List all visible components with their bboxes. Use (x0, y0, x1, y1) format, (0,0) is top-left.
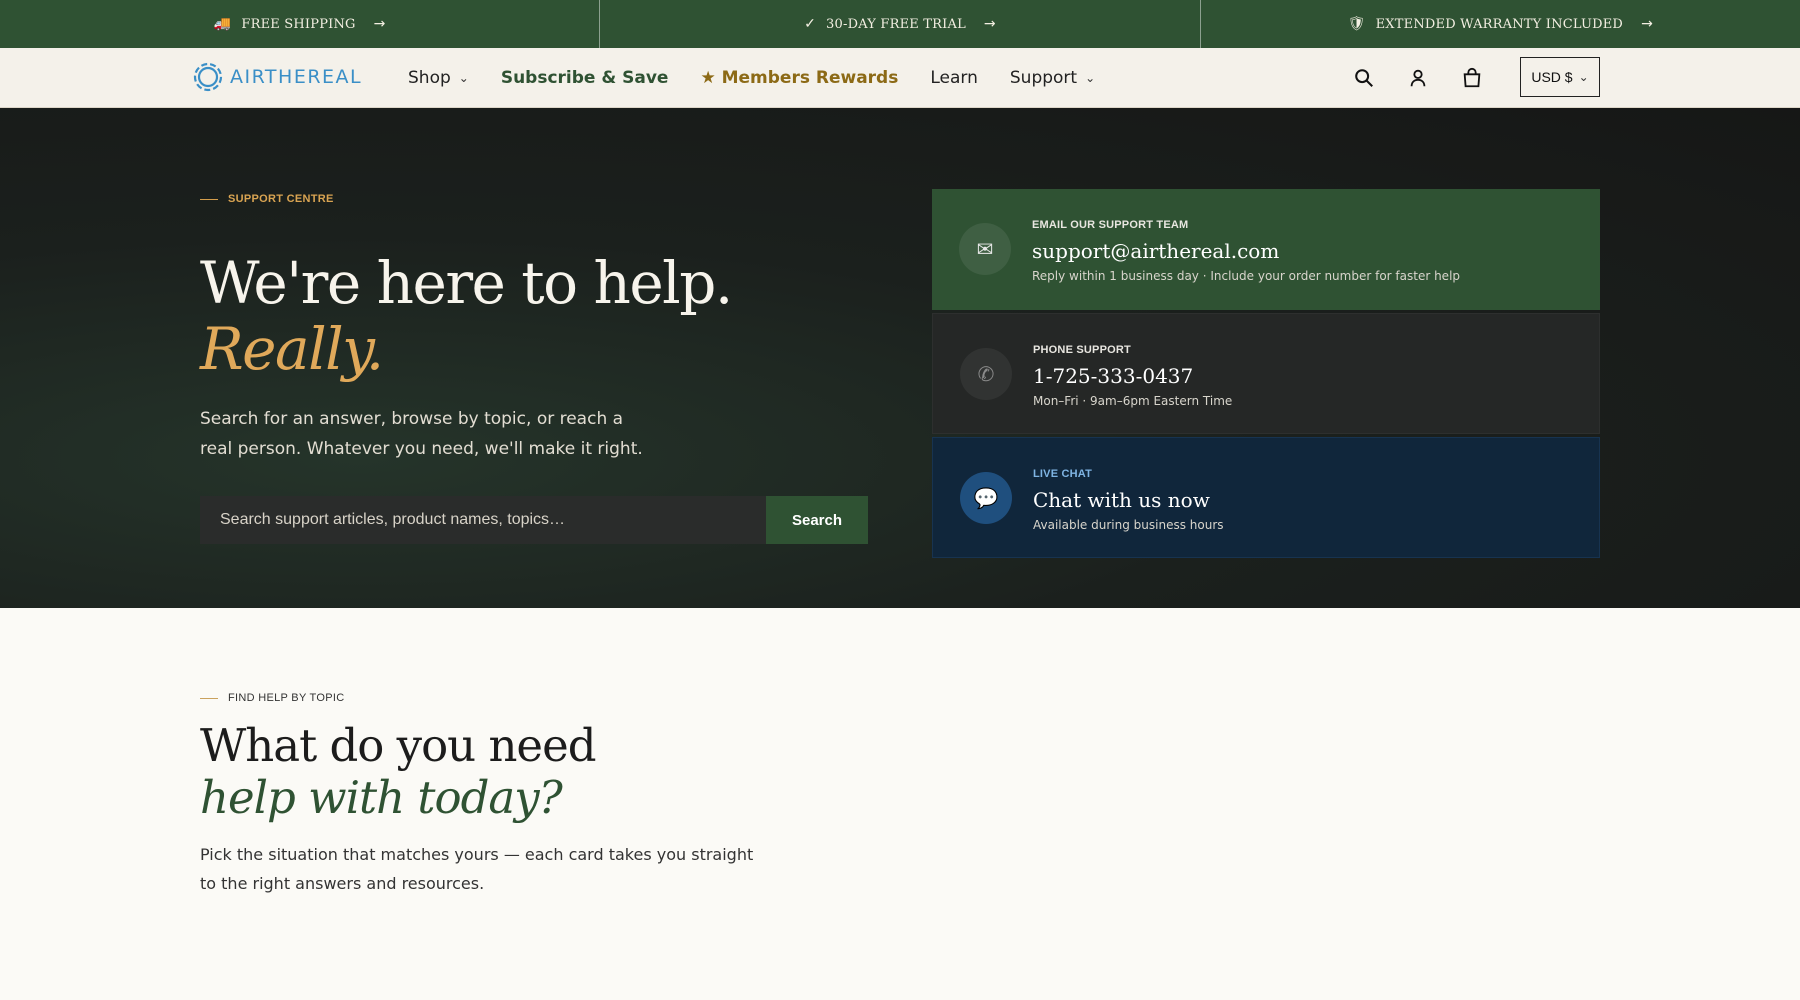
announcement-warranty[interactable]: 🛡 EXTENDED WARRANTY INCLUDED → (1201, 0, 1800, 48)
topics-subtitle: Pick the situation that matches yours — … (200, 845, 754, 893)
chat-bubble-icon: 💬 (960, 472, 1012, 524)
envelope-icon: ✉ (959, 223, 1011, 275)
nav-label: Learn (930, 68, 978, 88)
nav-label: Shop (408, 68, 451, 88)
nav-label: Support (1009, 68, 1078, 88)
nav-subscribe-save[interactable]: Subscribe & Save (501, 68, 669, 88)
announcement-free-trial[interactable]: ✓ 30-DAY FREE TRIAL → (600, 0, 1201, 48)
card-label: LIVE CHAT (1033, 468, 1093, 480)
topics-eyebrow: FIND HELP BY TOPIC (200, 692, 344, 704)
phone-icon: ✆ (960, 348, 1012, 400)
header-actions (1352, 48, 1484, 108)
topics-section: FIND HELP BY TOPIC What do you need help… (0, 608, 1800, 1000)
email-support-card[interactable]: ✉ EMAIL OUR SUPPORT TEAM support@airther… (932, 189, 1600, 310)
eyebrow-label: FIND HELP BY TOPIC (228, 692, 345, 704)
logo-mark-icon (193, 62, 223, 92)
shield-icon: 🛡 (1347, 16, 1366, 32)
topics-title-main: What do you need (200, 719, 597, 772)
support-search-input[interactable] (200, 496, 766, 544)
logo[interactable]: AIRTHEREAL (192, 61, 362, 93)
announcement-label: FREE SHIPPING (241, 16, 356, 32)
support-phone[interactable]: 1-725-333-0437 (1033, 364, 1193, 388)
eyebrow-line (200, 697, 218, 699)
chevron-down-icon: ⌄ (1085, 71, 1096, 85)
search-button[interactable]: Search (766, 496, 868, 544)
check-icon: ✓ (804, 16, 817, 32)
main-nav: Shop ⌄ Subscribe & Save ★ Members Reward… (408, 48, 1095, 108)
chevron-down-icon: ⌄ (458, 71, 469, 85)
hero-subtitle: Search for an answer, browse by topic, o… (200, 409, 643, 459)
topics-title-accent: help with today? (200, 771, 563, 824)
support-email[interactable]: support@airthereal.com (1032, 239, 1279, 263)
phone-support-card[interactable]: ✆ PHONE SUPPORT 1-725-333-0437 Mon–Fri ·… (932, 313, 1600, 434)
nav-label: ★ Members Rewards (700, 68, 899, 88)
contact-cards: ✉ EMAIL OUR SUPPORT TEAM support@airther… (932, 189, 1600, 561)
arrow-right-icon: → (373, 16, 386, 32)
currency-selector[interactable]: USD $ ⌄ (1520, 57, 1600, 97)
cart-icon[interactable] (1460, 66, 1484, 90)
card-label: EMAIL OUR SUPPORT TEAM (1032, 219, 1189, 231)
live-chat-card[interactable]: 💬 LIVE CHAT Chat with us now Available d… (932, 437, 1600, 558)
nav-members-rewards[interactable]: ★ Members Rewards (700, 68, 898, 88)
arrow-right-icon: → (1641, 16, 1653, 32)
announcement-label: 30-DAY FREE TRIAL (826, 16, 966, 32)
account-icon[interactable] (1406, 66, 1430, 90)
announcement-bar: 🚚 FREE SHIPPING → ✓ 30-DAY FREE TRIAL → … (0, 0, 1800, 48)
hero-title: We're here to help. Really. (200, 249, 733, 383)
announcement-label: EXTENDED WARRANTY INCLUDED (1375, 16, 1624, 32)
nav-support[interactable]: Support ⌄ (1010, 68, 1095, 88)
hero-section: SUPPORT CENTRE We're here to help. Reall… (0, 108, 1800, 608)
hero-title-main: We're here to help. (200, 249, 733, 317)
hero-title-accent: Really. (200, 315, 384, 383)
card-note: Mon–Fri · 9am–6pm Eastern Time (1033, 394, 1233, 408)
support-search: Search (200, 496, 868, 544)
eyebrow-line (200, 198, 218, 200)
announcement-free-shipping[interactable]: 🚚 FREE SHIPPING → (0, 0, 601, 48)
truck-icon: 🚚 (213, 16, 232, 32)
site-header: AIRTHEREAL Shop ⌄ Subscribe & Save ★ Mem… (0, 48, 1800, 108)
currency-label: USD $ (1531, 69, 1573, 85)
card-note: Available during business hours (1033, 518, 1224, 532)
topics-title: What do you need help with today? (200, 719, 597, 824)
card-note: Reply within 1 business day · Include yo… (1032, 269, 1461, 283)
chevron-down-icon: ⌄ (1578, 70, 1589, 84)
hero-eyebrow: SUPPORT CENTRE (200, 193, 334, 205)
card-label: PHONE SUPPORT (1033, 344, 1131, 356)
logo-text: AIRTHEREAL (230, 66, 363, 88)
nav-learn[interactable]: Learn (930, 68, 978, 88)
nav-shop[interactable]: Shop ⌄ (408, 68, 469, 88)
eyebrow-label: SUPPORT CENTRE (228, 193, 334, 205)
live-chat-link[interactable]: Chat with us now (1033, 488, 1210, 512)
nav-label: Subscribe & Save (500, 68, 669, 88)
arrow-right-icon: → (983, 16, 996, 32)
search-icon[interactable] (1352, 66, 1376, 90)
